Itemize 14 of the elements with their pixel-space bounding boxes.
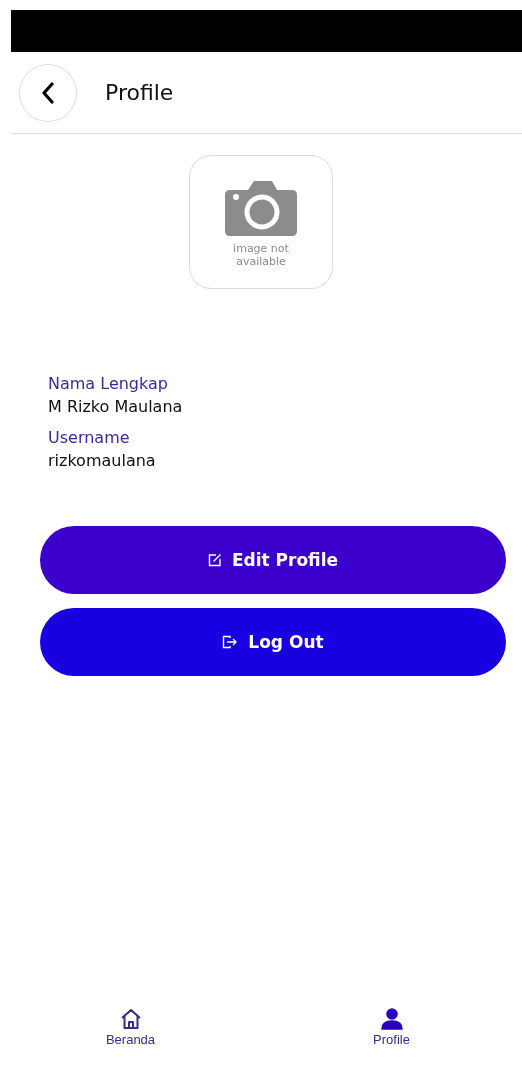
field-value: M Rizko Maulana [48, 397, 183, 416]
logout-button[interactable]: Log Out [40, 608, 506, 676]
nav-tab[interactable]: Beranda [0, 1008, 261, 1068]
nav-tab[interactable]: Profile [261, 1008, 522, 1068]
camera-icon [224, 179, 298, 236]
edit-icon [207, 553, 222, 567]
page-title: Profile [105, 80, 174, 105]
field-label: Username [48, 428, 130, 447]
edit-profile-button[interactable]: Edit Profile [40, 526, 506, 594]
image-caption: image not available [232, 241, 290, 269]
field-value: rizkomaulana [48, 451, 156, 470]
logout-icon [222, 635, 239, 649]
back-icon [41, 81, 55, 104]
field-label: Nama Lengkap [48, 374, 168, 393]
